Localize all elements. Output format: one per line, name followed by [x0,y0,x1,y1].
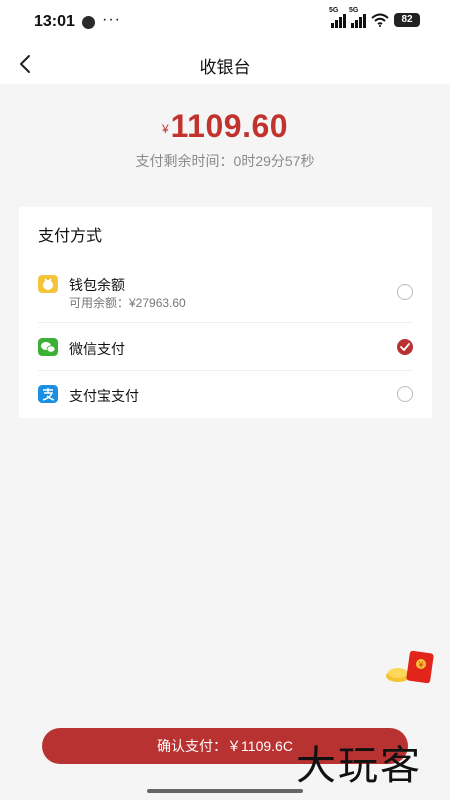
wallet-balance: 可用余额：¥27963.60 [69,296,186,310]
wifi-icon [371,13,389,27]
currency-symbol: ¥ [161,122,169,136]
option-label: 钱包余额 [69,277,125,293]
red-envelope-icon[interactable]: ¥ [384,648,436,690]
option-label: 微信支付 [69,341,125,357]
option-label: 支付宝支付 [69,388,139,404]
payment-amount: ¥1109.60 [0,108,450,145]
svg-text:¥: ¥ [419,661,424,670]
page-title: 收银台 [199,58,251,77]
payment-option-alipay[interactable]: 支付宝支付 [38,371,413,417]
status-time: 13:01 [34,13,75,30]
wechat-icon [38,338,58,356]
alipay-icon [38,385,58,403]
watermark: 大玩客 [296,743,422,789]
checkmark-icon [400,343,410,351]
payment-option-wallet[interactable]: 钱包余额 可用余额：¥27963.60 [38,269,413,323]
payment-methods-card: 支付方式 钱包余额 可用余额：¥27963.60 微信支付 支付宝支付 [19,207,432,418]
wallet-icon [38,275,58,293]
network-type: 5G [329,7,339,14]
signal-icon: 5G [329,7,346,28]
home-indicator[interactable] [147,789,303,793]
radio-selected[interactable] [397,339,413,355]
nav-bar: 收银台 [0,44,450,84]
amount-value: 1109.60 [170,108,289,144]
status-bar: 13:01 ··· 5G 5G 82 [0,0,450,44]
radio-unselected[interactable] [397,284,413,300]
status-indicators: 5G 5G 82 [329,7,420,28]
status-more: ··· [102,11,121,28]
section-title: 支付方式 [38,228,103,245]
network-type-2: 5G [349,7,359,14]
signal-icon-2: 5G [349,7,366,28]
payment-option-wechat[interactable]: 微信支付 [38,323,413,371]
battery-icon: 82 [394,13,420,27]
radio-unselected[interactable] [397,386,413,402]
payment-countdown: 支付剩余时间：0时29分57秒 [135,153,315,169]
notification-dot-icon [82,16,95,29]
